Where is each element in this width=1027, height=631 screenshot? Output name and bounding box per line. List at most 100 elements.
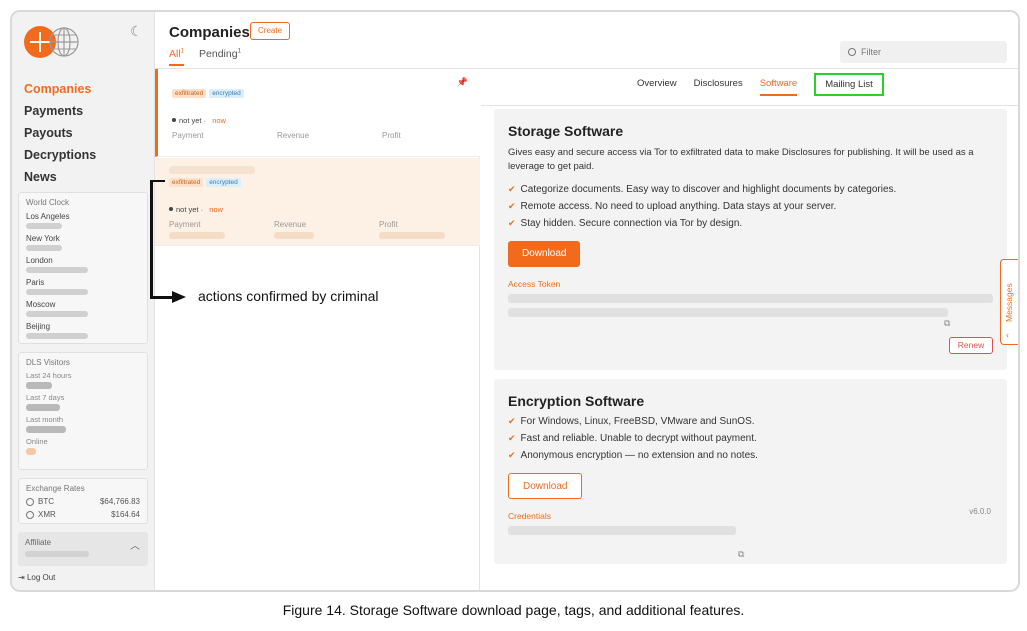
dark-mode-moon-icon[interactable]: ☾ [130,24,144,38]
sidebar-item-decryptions[interactable]: Decryptions [24,144,96,166]
clock-city: London [26,256,53,265]
time-now: now [209,205,223,214]
tab-label: All [169,48,181,60]
tab-pending[interactable]: Pending1 [199,48,241,66]
globe-icon [49,27,79,57]
chevron-left-icon: ‹ [1006,330,1009,340]
feature-item: ✔ Stay hidden. Secure connection via Tor … [508,218,993,229]
tab-disclosures[interactable]: Disclosures [694,78,743,96]
annotation-arrow-line [150,296,174,299]
messages-tab[interactable]: Messages ‹ [1000,259,1018,345]
figure-caption: Figure 14. Storage Software download pag… [282,602,745,618]
detail-tabs: Overview Disclosures Software Mailing Li… [637,73,901,96]
dls-visitors-title: DLS Visitors [26,358,70,367]
tag-exfiltrated: exfiltrated [172,89,207,98]
company-card[interactable]: exfiltrated encrypted not yet · now Paym… [155,158,480,246]
btc-icon [26,497,34,506]
copy-icon[interactable]: ⧉ [944,318,950,329]
feature-text: Categorize documents. Easy way to discov… [520,184,897,195]
logout-icon: ⇥ [18,573,27,582]
status-dot-icon [172,118,176,122]
pin-icon[interactable]: 📌 [457,77,468,88]
sidebar-item-payouts[interactable]: Payouts [24,122,96,144]
status-text: not yet [176,205,199,214]
visitors-label: Online [26,437,48,446]
check-icon: ✔ [508,184,516,194]
redacted-time [26,267,88,273]
check-icon: ✔ [508,201,516,211]
visitors-label: Last month [26,415,64,424]
tag-encrypted: encrypted [209,89,244,98]
copy-icon[interactable]: ⧉ [738,549,744,560]
tab-mailing-list[interactable]: Mailing List [814,73,884,96]
status-line: not yet · now [172,116,226,125]
clock-city: Moscow [26,300,56,309]
dls-visitors-panel: DLS Visitors Last 24 hours Last 7 days L… [18,352,148,470]
visitors-label: Last 24 hours [26,371,72,380]
app-window: ☾ Companies Payments Payouts Decryptions… [10,10,1020,592]
coin-value: $64,766.83 [99,497,140,506]
tag-list: exfiltrated encrypted [169,178,244,187]
storage-description: Gives easy and secure access via Tor to … [508,147,974,172]
renew-button[interactable]: Renew [949,337,993,354]
encryption-download-button[interactable]: Download [508,473,583,499]
col-profit: Profit [379,220,398,229]
annotation-bracket [150,180,153,298]
logout-label: Log Out [26,573,56,582]
coin-label: BTC [38,497,54,506]
annotation-arrow-icon [172,291,186,303]
page-title: Companies [169,24,250,41]
check-icon: ✔ [508,450,516,460]
logo [24,26,80,60]
xmr-icon [26,510,34,519]
feature-text: Remote access. No need to upload anythin… [520,201,837,212]
feature-item: ✔ Fast and reliable. Unable to decrypt wi… [508,433,993,444]
company-tabs: All1 Pending1 [169,48,256,66]
tab-count: 1 [180,48,185,55]
access-token-field[interactable] [508,308,948,317]
clock-city: Paris [26,278,45,287]
redacted-value [26,382,52,389]
tab-overview[interactable]: Overview [637,78,677,96]
chevron-up-icon[interactable]: ︿ [130,537,140,552]
filter-placeholder: Filter [861,47,881,57]
coin-label: XMR [38,510,56,519]
tab-label: Pending [199,48,238,60]
clock-city: Beijing [26,322,51,331]
redacted-value [26,448,36,455]
company-card[interactable]: exfiltrated encrypted 📌 not yet · now Pa… [155,69,480,157]
create-button[interactable]: Create [250,22,291,40]
sidebar-item-companies[interactable]: Companies [24,78,96,100]
credentials-label: Credentials [508,511,551,521]
access-token-field[interactable] [508,294,993,303]
coin-value: $164.64 [111,510,140,519]
feature-text: Fast and reliable. Unable to decrypt wit… [520,433,757,444]
status-line: not yet · now [169,205,223,214]
redacted-value [26,426,66,433]
affiliate-panel[interactable]: Affiliate ︿ [18,532,148,566]
sidebar-item-payments[interactable]: Payments [24,100,96,122]
feature-item: ✔ Anonymous encryption — no extension and… [508,450,993,461]
col-revenue: Revenue [274,220,307,229]
status-dot-icon [169,207,173,211]
col-profit: Profit [382,131,401,140]
tag-encrypted: encrypted [206,178,241,187]
tab-all[interactable]: All1 [169,48,185,66]
sidebar-item-news[interactable]: News [24,166,96,188]
check-icon: ✔ [508,433,516,443]
storage-download-button[interactable]: Download [508,241,581,267]
visitors-label: Last 7 days [26,393,65,402]
redacted-name [169,166,255,174]
feature-item: ✔ Categorize documents. Easy way to disco… [508,184,993,195]
tag-exfiltrated: exfiltrated [169,178,204,187]
col-payment: Payment [172,131,204,140]
version-label: v6.0.0 [969,507,991,516]
encryption-software-section: Encryption Software ✔ For Windows, Linux,… [494,379,1007,564]
logout-button[interactable]: ⇥ Log Out [18,573,55,582]
rate-row: XMR $164.64 [26,510,140,519]
redacted-value [26,404,60,411]
credentials-field[interactable] [508,526,736,535]
filter-input[interactable]: Filter [840,41,1007,63]
tab-software[interactable]: Software [759,78,798,96]
feature-text: Anonymous encryption — no extension and … [520,450,758,461]
